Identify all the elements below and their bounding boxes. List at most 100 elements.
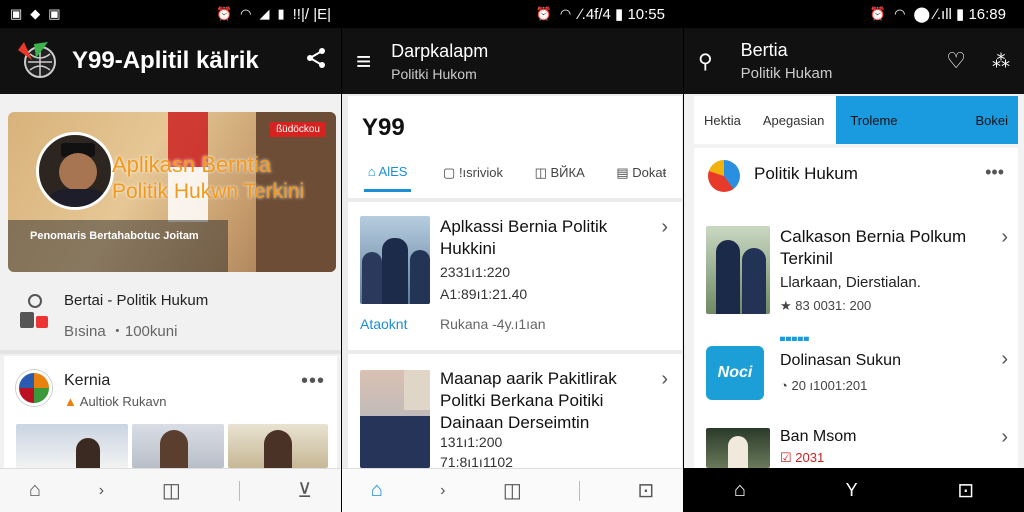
tab-ales[interactable]: ⌂ AlES <box>363 154 412 192</box>
tab-apegasian[interactable]: Apegasian <box>751 96 836 144</box>
tab-hektia[interactable]: Hektia <box>694 96 751 144</box>
item-title: Calkason Bernia Polkum Terkinil <box>780 227 967 268</box>
chevron-right-icon[interactable]: › <box>661 368 668 391</box>
article-item[interactable]: Aplkassi Bernia Politik Hukkini › 2331ı1… <box>348 202 682 350</box>
info-row[interactable]: Bertai - Politik Hukum Bısina ・100kuni <box>8 284 336 346</box>
bottom-nav: ⌂ Y ⊡ <box>684 468 1024 512</box>
book-icon: ◫ <box>534 165 547 180</box>
home-icon: ⌂ <box>367 164 376 179</box>
chevron-right-icon[interactable]: › <box>1001 426 1008 449</box>
page-title: Y99 <box>362 114 405 141</box>
list-item[interactable]: Calkason Bernia Polkum Terkinil Llarkaan… <box>694 218 1018 324</box>
item-thumb-text: Noci <box>717 364 753 381</box>
chevron-right-icon[interactable]: › <box>661 216 668 239</box>
item-title: Dolinasan Sukun <box>780 352 901 369</box>
tab-buka[interactable]: ◫ ВЙКА <box>535 165 585 181</box>
person-photo <box>36 132 114 210</box>
alarm-icon: ⏰ <box>535 6 552 21</box>
more-icon[interactable]: ••• <box>301 370 325 393</box>
tab-troleme[interactable]: Troleme <box>836 96 912 144</box>
article-date: 131ı1:200 <box>440 434 503 450</box>
article-source[interactable]: Ataoknt <box>360 316 407 332</box>
bookmark-icon[interactable]: ◫ <box>162 478 181 503</box>
home-icon[interactable]: ⌂ <box>371 479 383 502</box>
wifi-icon: ◠ <box>894 6 906 21</box>
card-thumbnail <box>132 424 224 468</box>
hero-banner[interactable]: ßüdöckou Aplikasn Berntia Politik Hukwn … <box>8 112 336 272</box>
item-meta: ◔ 20 ı1001:201 <box>780 378 868 393</box>
tab-bokei[interactable]: Bokei <box>911 96 1018 144</box>
expand-icon[interactable]: ⊡ <box>957 478 974 503</box>
list-item[interactable]: Noci ▀▀▀▀▀ Dolinasan Sukun ◔ 20 ı1001:20… <box>694 338 1018 408</box>
hero-badge: ßüdöckou <box>270 122 326 137</box>
status-text: ⬤ ∕.ıll ▮ 16:89 <box>913 6 1006 23</box>
hero-caption: Penomaris Bertahabotuc Joitam <box>30 230 199 242</box>
more-options-icon[interactable]: ⁂ <box>992 51 1010 72</box>
section-list: Politik Hukum ••• Calkason Bernia Polkum… <box>694 148 1018 468</box>
article-item[interactable]: Maanap aarik Pakitlirak Politki Berkana … <box>348 354 682 470</box>
home-icon[interactable]: ⌂ <box>29 479 41 502</box>
app-logo-icon <box>18 42 56 78</box>
search-icon[interactable]: ⚲ <box>698 49 713 74</box>
screen-panel-1: ▣ ◆ ▣ ⏰ ◠ ◢ ▮ !!|/ |E| Y99-Aplitil kälri… <box>0 0 341 512</box>
info-subtitle: Bısina ・100kuni <box>64 323 178 340</box>
alarm-icon: ⏰ <box>215 6 233 21</box>
app-bar-title: Bertia <box>740 40 788 60</box>
file-icon: ▤ <box>616 165 629 180</box>
item-thumbnail <box>706 428 770 468</box>
card-subtitle: ▲ Aultiok Rukavn <box>64 394 167 409</box>
status-text: ∕.4f/4 ▮ 10:55 <box>579 6 665 23</box>
section-logo-icon <box>708 160 740 192</box>
app-title: Y99-Aplitil kälrik <box>72 47 259 74</box>
tab-label: ВЙКА <box>550 165 585 180</box>
item-meta: ★ 83 0031: 200 <box>780 298 872 313</box>
chevron-right-icon[interactable]: › <box>1001 226 1008 249</box>
desk-decoration <box>8 220 228 272</box>
card-logo-icon <box>16 370 52 406</box>
more-icon[interactable]: ••• <box>985 162 1004 183</box>
tab-dokat[interactable]: ▤ Dokaŧ <box>616 165 666 181</box>
item-meta: ☑ 2031 <box>780 450 825 465</box>
menu-icon[interactable]: ≡ <box>356 48 371 74</box>
item-title: Ban Msom <box>780 428 857 445</box>
chevron-right-icon[interactable]: › <box>99 482 104 500</box>
home-icon[interactable]: ⌂ <box>734 479 746 502</box>
article-thumbnail <box>360 216 430 304</box>
item-thumbnail <box>706 226 770 314</box>
nav-icon[interactable]: Y <box>846 480 858 501</box>
battery-icon: ▮ <box>277 6 285 21</box>
tab-isriviok[interactable]: ▢ !ısriviok <box>443 165 503 181</box>
hero-title-line-1: Aplikasn Berntia <box>112 152 271 177</box>
signal-icon: ◢ <box>259 6 270 21</box>
share-icon[interactable] <box>305 47 327 75</box>
bookmark-icon[interactable]: ◫ <box>503 478 522 503</box>
tab-label: Dokaŧ <box>632 165 667 180</box>
category-icon <box>20 294 50 334</box>
bottom-nav: ⌂ › ◫ ⊻ <box>0 468 341 512</box>
news-card[interactable]: Kernia ▲ Aultiok Rukavn ••• <box>4 356 337 468</box>
chevron-right-icon[interactable]: › <box>1001 348 1008 371</box>
status-text: !!|/ |E| <box>292 5 331 23</box>
expand-icon[interactable]: ⊡ <box>638 478 655 503</box>
app-bar-subtitle: Politik Hukam <box>740 65 833 82</box>
tab-label: AlES <box>378 164 408 179</box>
list-item[interactable]: Ban Msom ☑ 2031 › <box>694 424 1018 468</box>
tab-bar: Hektia Apegasian Troleme Bokei <box>694 96 1018 144</box>
item-subtitle: Llarkaan, Dierstialan. <box>780 274 921 291</box>
chevron-right-icon[interactable]: › <box>440 482 445 500</box>
card-title: Kernia <box>64 372 111 389</box>
fire-icon: ▲ <box>64 394 77 409</box>
image-icon: ▣ <box>48 6 61 21</box>
divider <box>238 480 240 501</box>
heart-icon[interactable]: ♡ <box>946 48 966 74</box>
card-thumbnail <box>16 424 128 468</box>
dropdown-icon[interactable]: ⊻ <box>297 478 312 503</box>
item-thumbnail: Noci <box>706 346 764 400</box>
tab-label: !ısriviok <box>458 165 503 180</box>
status-bar: ⏰ ◠ ∕.4f/4 ▮ 10:55 <box>342 0 683 28</box>
section-header: Politik Hukum ••• <box>694 148 1018 204</box>
article-thumbnail <box>360 370 430 468</box>
article-title: Aplkassi Bernia Politik Hukkini <box>440 217 608 258</box>
app-bar: ≡ Darpkalapm Politki Hukom <box>342 28 683 94</box>
app-bar-subtitle: Politki Hukom <box>391 65 477 82</box>
